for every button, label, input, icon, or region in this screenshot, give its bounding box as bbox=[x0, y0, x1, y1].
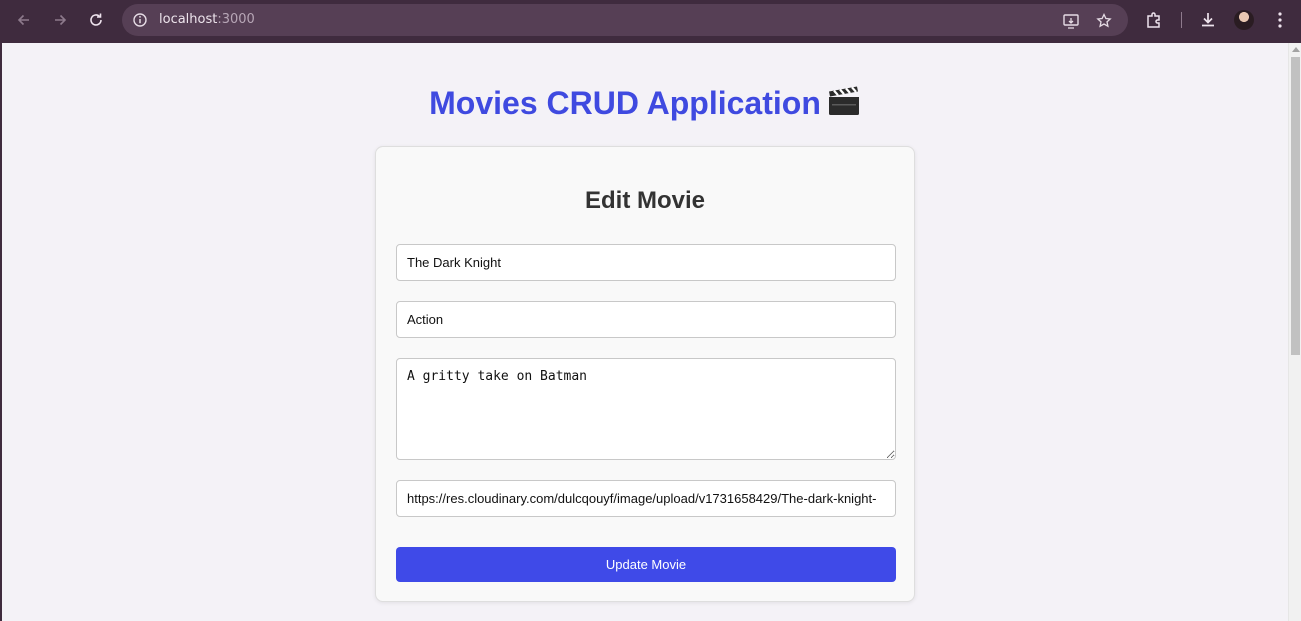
back-arrow-icon[interactable] bbox=[12, 8, 36, 32]
edit-movie-form: Edit Movie A gritty take on Batman Updat… bbox=[375, 146, 915, 602]
update-movie-button[interactable]: Update Movie bbox=[396, 547, 896, 582]
url-port: :3000 bbox=[217, 12, 255, 27]
page-scrollbar[interactable] bbox=[1288, 43, 1301, 621]
movie-description-textarea[interactable]: A gritty take on Batman bbox=[396, 358, 896, 460]
menu-kebab-icon[interactable] bbox=[1270, 10, 1290, 30]
toolbar-separator bbox=[1181, 12, 1182, 28]
bookmark-star-icon[interactable] bbox=[1095, 12, 1113, 30]
install-app-icon[interactable] bbox=[1062, 12, 1080, 30]
clapper-board-icon bbox=[828, 86, 859, 115]
address-bar[interactable]: localhost:3000 bbox=[122, 4, 1128, 36]
scroll-thumb[interactable] bbox=[1291, 57, 1300, 355]
download-icon[interactable] bbox=[1198, 10, 1218, 30]
movie-title-input[interactable] bbox=[396, 244, 896, 281]
site-info-icon[interactable] bbox=[132, 12, 148, 28]
extensions-puzzle-icon[interactable] bbox=[1144, 10, 1164, 30]
url-host: localhost bbox=[159, 12, 218, 27]
app-title-text: Movies CRUD Application bbox=[429, 85, 821, 121]
browser-toolbar: localhost:3000 bbox=[0, 0, 1301, 43]
forward-arrow-icon[interactable] bbox=[48, 8, 72, 32]
page-content: Movies CRUD Application Edit Movie A gri… bbox=[2, 43, 1288, 621]
movie-genre-input[interactable] bbox=[396, 301, 896, 338]
poster-url-input[interactable] bbox=[396, 480, 896, 517]
scroll-up-arrow-icon[interactable] bbox=[1292, 47, 1300, 52]
app-title: Movies CRUD Application bbox=[2, 85, 1288, 122]
profile-avatar[interactable] bbox=[1234, 10, 1254, 30]
url-text[interactable]: localhost:3000 bbox=[159, 12, 255, 27]
reload-icon[interactable] bbox=[84, 8, 108, 32]
form-heading: Edit Movie bbox=[584, 187, 705, 214]
